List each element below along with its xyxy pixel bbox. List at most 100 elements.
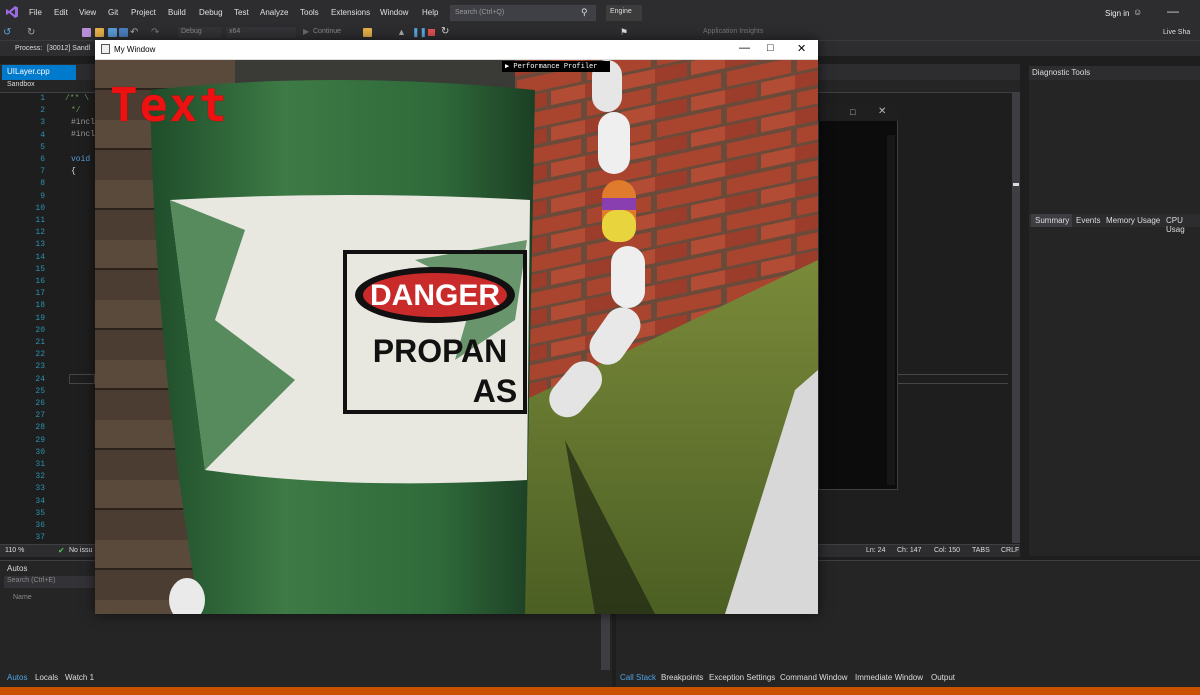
platform-dropdown[interactable]: x64 [226, 27, 296, 38]
tab-uilayer-cpp[interactable]: UILayer.cpp [2, 65, 76, 80]
propane-text: PROPAN [373, 333, 508, 369]
search-icon[interactable]: ⚲ [581, 7, 588, 18]
forward-icon[interactable]: ↻ [27, 27, 35, 38]
line-number: 17 [35, 289, 45, 299]
menu-debug[interactable]: Debug [199, 8, 223, 17]
line-number: 14 [35, 252, 45, 262]
menu-help[interactable]: Help [422, 8, 438, 17]
menu-extensions[interactable]: Extensions [331, 8, 370, 17]
stop-icon[interactable] [428, 29, 435, 36]
menu-test[interactable]: Test [234, 8, 249, 17]
account-icon[interactable]: ☺ [1133, 7, 1142, 17]
continue-icon[interactable]: ▶ [303, 27, 309, 36]
line-number: 20 [35, 325, 45, 335]
line-number: 31 [35, 460, 45, 469]
menu-build[interactable]: Build [168, 8, 186, 17]
current-line-highlight [69, 374, 95, 384]
line-ending-indicator[interactable]: CRLF [1001, 547, 1019, 554]
editor-scrollbar[interactable] [1012, 93, 1020, 543]
tab-events[interactable]: Events [1076, 216, 1100, 225]
line-number: 28 [35, 423, 45, 433]
autos-scrollbar[interactable] [601, 614, 610, 670]
new-file-icon[interactable] [82, 28, 91, 37]
config-dropdown[interactable]: Debug [178, 27, 222, 38]
open-folder-icon[interactable] [95, 28, 104, 37]
tab-command-window[interactable]: Command Window [780, 673, 848, 682]
line-number: 27 [35, 411, 45, 421]
capsule-purple-band [602, 198, 636, 210]
menu-edit[interactable]: Edit [54, 8, 68, 17]
tab-cpu-usage[interactable]: CPU Usag [1166, 216, 1200, 234]
restart-icon[interactable]: ↻ [441, 26, 449, 37]
zoom-dropdown[interactable]: 110 % [5, 547, 24, 554]
code-line: void [71, 155, 91, 164]
tab-immediate-window[interactable]: Immediate Window [855, 673, 923, 682]
autos-search-input[interactable]: Search (Ctrl+E) [4, 576, 104, 588]
minimize-icon[interactable]: — [739, 42, 750, 54]
game-viewport[interactable]: DANGER PROPAN AS [95, 60, 818, 614]
toolbar-folder-icon[interactable] [363, 28, 372, 37]
capsule-yellow [602, 210, 636, 242]
performance-profiler-header[interactable]: ▶ Performance Profiler [502, 61, 610, 72]
menu-git[interactable]: Git [108, 8, 118, 17]
menu-view[interactable]: View [79, 8, 96, 17]
line-number: 24 [35, 374, 45, 384]
tab-summary[interactable]: Summary [1035, 216, 1069, 225]
search-input[interactable]: Search (Ctrl+Q) [450, 5, 596, 21]
line-number: 30 [35, 447, 45, 457]
pause-icon[interactable]: ❚❚ [412, 27, 427, 38]
sign-in-link[interactable]: Sign in [1105, 9, 1129, 18]
project-dropdown[interactable]: Sandbox [7, 81, 35, 88]
redo-icon[interactable]: ↷ [151, 27, 159, 38]
tab-memory-usage[interactable]: Memory Usage [1106, 216, 1160, 225]
menu-window[interactable]: Window [380, 8, 408, 17]
continue-button[interactable]: Continue [313, 28, 341, 35]
line-number: 11 [35, 216, 45, 225]
menu-tools[interactable]: Tools [300, 8, 319, 17]
capsule [611, 246, 645, 308]
visual-studio-logo [5, 5, 19, 19]
back-icon[interactable]: ↺ [3, 27, 11, 38]
line-number: 8 [40, 179, 45, 189]
tab-call-stack[interactable]: Call Stack [620, 673, 656, 682]
line-number: 15 [35, 264, 45, 274]
profiler-label: Performance Profiler [513, 63, 598, 71]
save-all-icon[interactable] [119, 28, 128, 37]
menu-analyze[interactable]: Analyze [260, 8, 288, 17]
capsule [598, 112, 630, 174]
line-number: 3 [40, 118, 45, 128]
console-scrollbar[interactable] [887, 135, 895, 485]
app-insights-button[interactable]: Application Insights [703, 28, 763, 35]
console-window[interactable] [818, 105, 898, 490]
tab-exception-settings[interactable]: Exception Settings [709, 673, 775, 682]
line-number: 22 [35, 350, 45, 360]
undo-icon[interactable]: ↶ [130, 27, 138, 38]
menu-file[interactable]: File [29, 8, 42, 17]
game-window-titlebar[interactable] [95, 40, 818, 60]
menu-project[interactable]: Project [131, 8, 156, 17]
tab-output[interactable]: Output [931, 673, 955, 682]
code-line: { [71, 167, 76, 176]
char-indicator: Ch: 147 [897, 547, 922, 554]
console-close-icon[interactable]: ✕ [878, 106, 886, 117]
window-icon [101, 44, 110, 54]
tab-breakpoints[interactable]: Breakpoints [661, 673, 703, 682]
live-share-button[interactable]: Live Sha [1163, 29, 1190, 36]
console-maximize-icon[interactable]: □ [850, 107, 855, 117]
close-icon[interactable]: ✕ [797, 42, 806, 55]
tab-locals[interactable]: Locals [35, 673, 58, 682]
line-number: 18 [35, 301, 45, 311]
line-number: 34 [35, 496, 45, 506]
tab-autos[interactable]: Autos [7, 673, 27, 682]
maximize-icon[interactable]: □ [767, 42, 774, 54]
hot-reload-icon[interactable]: ▲ [397, 27, 406, 37]
line-number: 32 [35, 472, 45, 482]
save-icon[interactable] [108, 28, 117, 37]
issues-status[interactable]: No issu [69, 547, 92, 554]
process-dropdown[interactable]: [30012] Sandl [47, 45, 90, 52]
tabs-indicator[interactable]: TABS [972, 547, 990, 554]
col-indicator: Col: 150 [934, 547, 961, 554]
tab-watch-1[interactable]: Watch 1 [65, 673, 94, 682]
minimize-icon[interactable]: — [1167, 4, 1179, 18]
bookmark-icon[interactable]: ⚑ [620, 27, 628, 38]
